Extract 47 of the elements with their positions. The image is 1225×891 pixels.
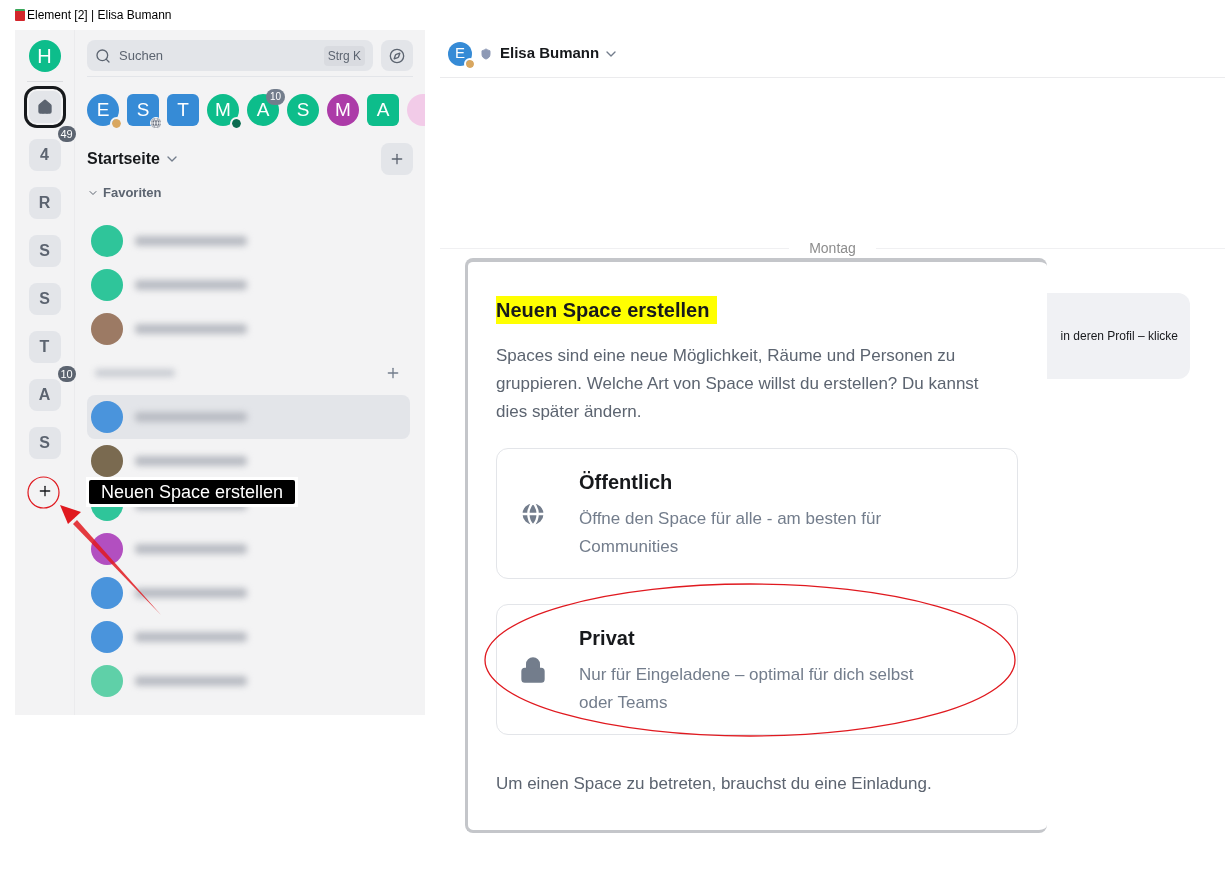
date-separator: Montag — [808, 239, 857, 258]
space-button[interactable]: S — [28, 235, 61, 267]
space-type-option[interactable]: Privat Nur für Eingeladene – optimal für dich selbst oder Teams — [496, 604, 1018, 735]
room-name-button[interactable]: Elisa Bumann — [500, 42, 620, 65]
space-button[interactable]: 4 — [28, 139, 61, 171]
unread-badge: 10 — [57, 366, 76, 382]
room-avatar[interactable]: T — [167, 94, 199, 126]
option-title: Öffentlich — [579, 469, 674, 495]
unread-badge: 10 — [265, 89, 285, 105]
window-title: Element [2] | Elisa Bumann — [27, 7, 172, 24]
annotation-tooltip: Neuen Space erstellen — [89, 480, 296, 504]
room-avatar[interactable]: S — [127, 94, 159, 126]
room-avatar[interactable]: S — [287, 94, 319, 126]
favorites-section-toggle[interactable]: Favoriten — [87, 183, 413, 203]
option-description: Öffne den Space für alle - am besten für Communities — [579, 507, 883, 558]
room-avatar[interactable]: M — [327, 94, 359, 126]
search-icon — [95, 47, 111, 64]
room-avatar[interactable]: A — [367, 94, 399, 126]
unread-badge: 49 — [57, 126, 76, 142]
home-icon — [36, 99, 53, 115]
dialog-footer-text: Um einen Space zu betreten, brauchst du eine Einladung. — [496, 773, 933, 795]
explore-button[interactable] — [381, 40, 413, 71]
space-button[interactable]: S — [28, 427, 61, 459]
shield-icon — [480, 47, 492, 60]
lock-icon — [519, 655, 547, 684]
room-avatar[interactable]: E — [448, 41, 472, 66]
option-description: Nur für Eingeladene – optimal für dich selbst oder Teams — [579, 663, 915, 714]
dialog-title: Neuen Space erstellen — [496, 296, 718, 324]
search-field[interactable]: Suchen Strg K — [87, 40, 373, 71]
room-avatar[interactable]: E — [87, 94, 119, 126]
selected-room-row[interactable] — [87, 394, 410, 439]
space-type-option[interactable]: Öffentlich Öffne den Space für alle - am besten für Communities — [496, 448, 1018, 579]
search-input: Suchen — [119, 45, 316, 66]
account-avatar[interactable]: H — [28, 40, 61, 72]
home-menu-button[interactable]: Startseite — [87, 147, 180, 171]
space-button[interactable]: S — [28, 283, 61, 315]
annotation-circle — [27, 476, 60, 509]
add-room-button[interactable] — [381, 143, 413, 175]
space-button[interactable]: A — [28, 379, 61, 411]
room-avatar[interactable]: M — [207, 94, 239, 126]
plus-icon — [389, 151, 405, 167]
space-button[interactable]: R — [28, 187, 61, 219]
app-icon — [15, 9, 25, 21]
space-button[interactable]: T — [28, 331, 61, 363]
compass-icon — [389, 47, 405, 64]
option-title: Privat — [579, 625, 636, 651]
shortcut-hint: Strg K — [323, 45, 365, 66]
